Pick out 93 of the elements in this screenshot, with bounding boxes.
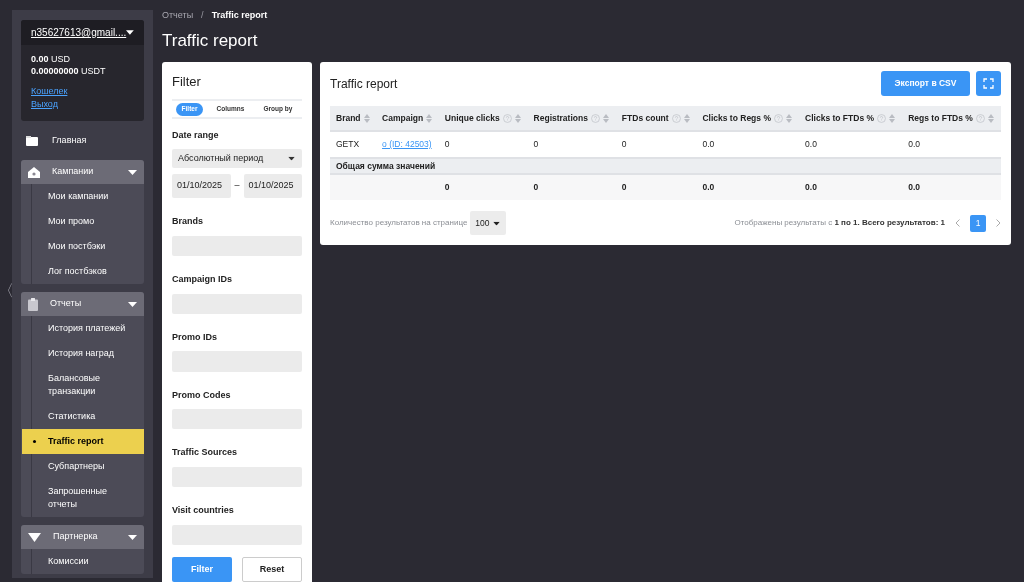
previous-page-icon[interactable] <box>955 219 960 227</box>
sidebar-item[interactable]: Балансовые транзакции <box>22 366 144 404</box>
sidebar-item[interactable]: Комиссии <box>22 549 144 574</box>
help-icon <box>975 113 985 123</box>
caret-icon <box>128 534 137 540</box>
sidebar-item[interactable]: Лог постбэков <box>22 259 144 284</box>
sidebar-item[interactable]: Субпартнеры <box>22 454 144 479</box>
triangle-icon <box>28 532 41 542</box>
date-separator: – <box>234 179 240 193</box>
date-field[interactable]: 01/10/2025 <box>243 174 302 199</box>
column-header[interactable]: Clicks to FTDs % <box>799 106 903 131</box>
fullscreen-icon <box>983 78 994 89</box>
field-label: Brands <box>172 215 204 229</box>
breadcrumb-item: Traffic report <box>211 9 268 22</box>
field-label: Visit countries <box>172 504 235 518</box>
field-label: Traffic Sources <box>172 446 239 460</box>
table-cell: GETX <box>330 131 377 158</box>
sidebar-group-header[interactable]: Партнерка <box>21 525 144 549</box>
clipboard-icon <box>28 297 38 311</box>
help-icon <box>671 113 681 123</box>
report-title: Traffic report <box>330 75 398 93</box>
caret-icon <box>126 30 134 35</box>
sidebar-item[interactable]: Запрошенные отчеты <box>22 479 144 517</box>
column-header[interactable]: Brand <box>330 106 377 131</box>
total-cell: 0.0 <box>696 174 800 200</box>
sidebar-item[interactable]: Мои кампании <box>22 184 144 209</box>
bullet-icon <box>33 440 36 443</box>
sort-icon[interactable] <box>602 113 609 123</box>
sidebar-item[interactable]: Мои промо <box>22 209 144 234</box>
results-summary: Отображены результаты с 1 по 1. Всего результатов: 1 <box>734 217 945 229</box>
balance-text: 0.00 USD <box>31 53 72 65</box>
reset-button[interactable]: Reset <box>242 557 302 582</box>
breadcrumb-separator: / <box>201 9 204 22</box>
sort-icon[interactable] <box>514 113 521 123</box>
account-link[interactable]: Кошелек <box>31 85 68 98</box>
total-cell: 0 <box>438 174 528 200</box>
filter-title: Filter <box>172 74 202 90</box>
table-cell: 0 <box>615 131 697 158</box>
column-header[interactable]: Campaign <box>376 106 439 131</box>
date-field[interactable]: 01/10/2025 <box>172 174 231 199</box>
column-header[interactable]: FTDs count <box>615 106 697 131</box>
balance-text: 0.00000000 USDT <box>31 65 107 77</box>
page-title: Traffic report <box>162 31 259 53</box>
sidebar-group-header[interactable]: Отчеты <box>21 292 144 316</box>
sidebar-item[interactable]: Главная <box>21 130 144 152</box>
folder-icon <box>26 136 38 146</box>
sort-icon[interactable] <box>363 113 370 123</box>
column-header[interactable]: Regs to FTDs % <box>902 106 1001 131</box>
breadcrumb-item[interactable]: Отчеты <box>162 9 194 23</box>
field-label: Date range <box>172 129 220 143</box>
field-label: Promo IDs <box>172 330 218 344</box>
caret-icon <box>128 169 137 175</box>
sidebar-item[interactable]: Статистика <box>22 404 144 429</box>
sidebar-item[interactable]: История наград <box>22 341 144 366</box>
column-header[interactable]: Clicks to Regs % <box>696 106 800 131</box>
caret-icon <box>492 221 500 225</box>
help-icon <box>877 113 887 123</box>
sidebar-item[interactable]: Мои постбэки <box>22 234 144 259</box>
column-header[interactable]: Unique clicks <box>438 106 528 131</box>
fullscreen-button[interactable] <box>976 71 1001 96</box>
total-label: Общая сумма значений <box>330 158 1001 174</box>
table-cell: 0 <box>438 131 528 158</box>
help-icon <box>773 113 783 123</box>
table-cell: 0 <box>527 131 616 158</box>
total-cell: 0.0 <box>902 174 1001 200</box>
period-select[interactable]: Абсолютный период <box>172 148 302 169</box>
caret-icon <box>128 301 137 307</box>
sidebar-item[interactable]: Traffic report <box>22 429 144 454</box>
total-cell: 0 <box>527 174 616 200</box>
sort-icon[interactable] <box>785 113 792 123</box>
home-icon <box>28 166 40 178</box>
field-label: Campaign IDs <box>172 273 233 286</box>
caret-icon <box>288 156 295 161</box>
table-cell: 0.0 <box>902 131 1001 158</box>
sort-icon[interactable] <box>426 113 433 123</box>
collapse-handle[interactable]: 〈 <box>0 279 14 303</box>
table-cell: 0.0 <box>799 131 903 158</box>
column-header[interactable]: Registrations <box>527 106 616 131</box>
page-size-label: Количество результатов на странице <box>330 217 468 229</box>
sidebar-group-header[interactable]: Кампании <box>21 160 144 184</box>
help-icon <box>502 113 512 123</box>
table-cell: 0.0 <box>696 131 800 158</box>
total-cell: 0.0 <box>799 174 903 200</box>
next-page-icon[interactable] <box>996 219 1001 227</box>
sort-icon[interactable] <box>889 113 896 123</box>
account-link[interactable]: Выход <box>31 98 58 111</box>
sidebar-item[interactable]: История платежей <box>22 316 144 341</box>
page-size-select[interactable]: 100 <box>470 211 506 235</box>
sort-icon[interactable] <box>987 113 994 123</box>
total-cell: 0 <box>615 174 697 200</box>
sort-icon[interactable] <box>683 113 690 123</box>
help-icon <box>590 113 600 123</box>
field-label: Promo Codes <box>172 388 232 402</box>
